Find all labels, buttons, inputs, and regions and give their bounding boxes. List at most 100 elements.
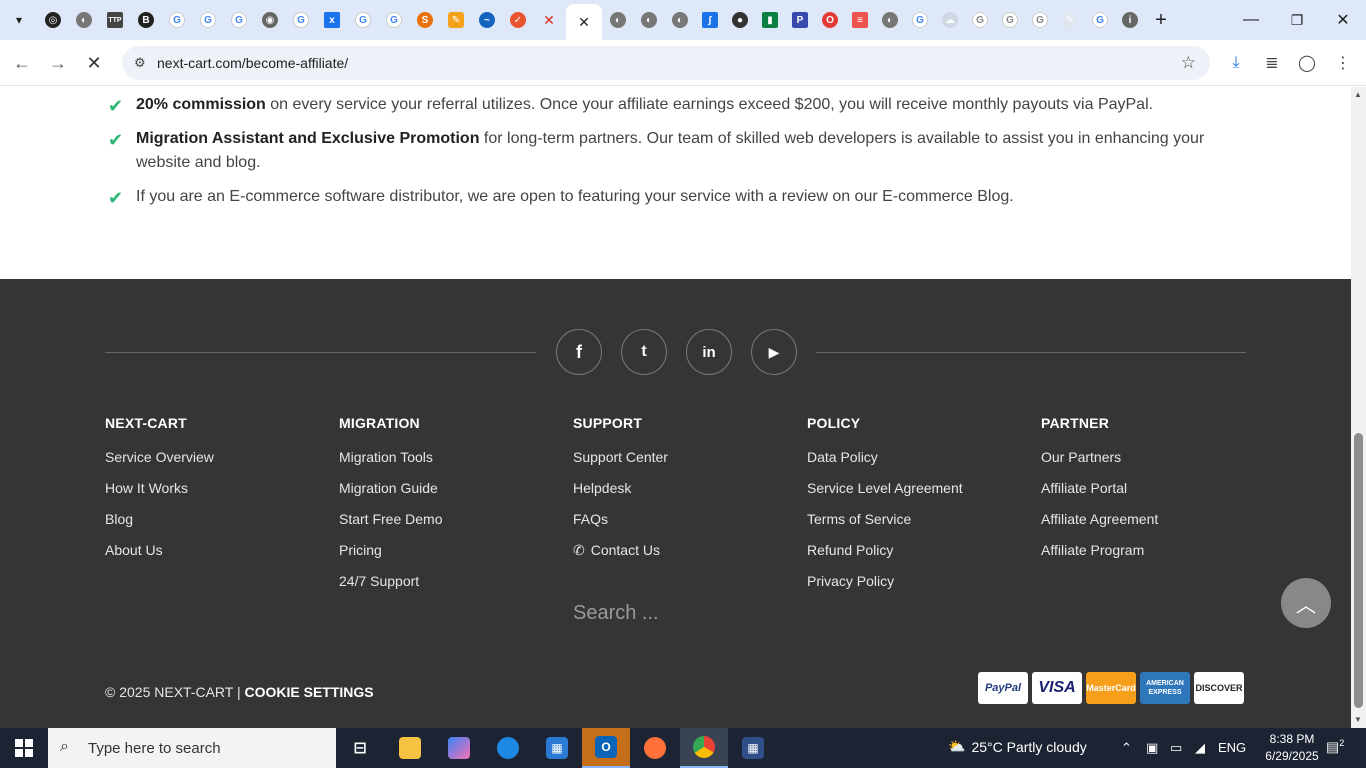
file-explorer-icon[interactable]	[386, 728, 434, 768]
tab-google-icon[interactable]: G	[382, 8, 406, 32]
media-control-icon[interactable]: ≣	[1261, 52, 1283, 74]
tab-favicon[interactable]: ◐	[878, 8, 902, 32]
edge-icon[interactable]	[484, 728, 532, 768]
tab-favicon[interactable]: ✎	[444, 8, 468, 32]
scroll-thumb[interactable]	[1354, 433, 1363, 708]
footer-link[interactable]: Support Center	[573, 449, 668, 466]
footer-link[interactable]: Migration Tools	[339, 449, 442, 466]
page-scrollbar[interactable]: ▲ ▼	[1351, 87, 1366, 728]
tab-favicon[interactable]: ◐	[637, 8, 661, 32]
tab-google-icon[interactable]: G	[908, 8, 932, 32]
footer-link[interactable]: Terms of Service	[807, 511, 963, 528]
footer-link[interactable]: Affiliate Program	[1041, 542, 1158, 559]
youtube-icon[interactable]: ▶	[751, 329, 797, 375]
linkedin-icon[interactable]: in	[686, 329, 732, 375]
url-text[interactable]: next-cart.com/become-affiliate/	[157, 55, 348, 71]
footer-link[interactable]: Pricing	[339, 542, 442, 559]
tab-favicon[interactable]: ☁	[938, 8, 962, 32]
tab-favicon[interactable]: ◐	[72, 8, 96, 32]
tab-favicon[interactable]: ✕	[537, 8, 561, 32]
tab-favicon[interactable]: TTP	[103, 8, 127, 32]
clock[interactable]: 8:38 PM 6/29/2025	[1262, 731, 1322, 765]
tab-favicon[interactable]: ~	[475, 8, 499, 32]
footer-link[interactable]: Affiliate Agreement	[1041, 511, 1158, 528]
tab-active[interactable]: ✕	[566, 4, 602, 40]
tab-google-icon[interactable]: G	[227, 8, 251, 32]
tab-favicon[interactable]: S	[413, 8, 437, 32]
site-info-icon[interactable]: ⚙	[134, 55, 150, 71]
tab-google-icon[interactable]: G	[196, 8, 220, 32]
tab-favicon[interactable]: x	[320, 8, 344, 32]
back-arrow-icon[interactable]: ←	[10, 51, 34, 75]
restore-button[interactable]: ❐	[1282, 8, 1312, 32]
tab-favicon[interactable]: O	[818, 8, 842, 32]
tab-google-icon[interactable]: G	[289, 8, 313, 32]
tab-google-icon[interactable]: G	[351, 8, 375, 32]
windows-start-button[interactable]	[0, 728, 48, 768]
tab-favicon[interactable]: ◉	[258, 8, 282, 32]
menu-kebab-icon[interactable]: ⋮	[1332, 52, 1354, 74]
calculator-icon[interactable]: ▦	[729, 728, 777, 768]
wifi-icon[interactable]: ◢	[1195, 740, 1205, 756]
taskbar-search[interactable]: ⌕ Type here to search	[48, 728, 336, 768]
tab-google-icon[interactable]: G	[1088, 8, 1112, 32]
twitter-icon[interactable]: t	[621, 329, 667, 375]
tab-favicon[interactable]: ◐	[606, 8, 630, 32]
tab-favicon[interactable]: B	[134, 8, 158, 32]
footer-link[interactable]: Migration Guide	[339, 480, 442, 497]
stop-loading-icon[interactable]: ✕	[82, 51, 106, 75]
cookie-settings-link[interactable]: COOKIE SETTINGS	[245, 684, 374, 700]
show-hidden-icons-icon[interactable]: ⌃	[1121, 740, 1132, 756]
tab-google-icon[interactable]: G	[165, 8, 189, 32]
footer-link[interactable]: Helpdesk	[573, 480, 668, 497]
tab-favicon[interactable]: P	[788, 8, 812, 32]
battery-icon[interactable]: ▭	[1170, 740, 1182, 756]
tab-google-icon[interactable]: G	[968, 8, 992, 32]
footer-link[interactable]: Refund Policy	[807, 542, 963, 559]
tab-favicon[interactable]: ≡	[848, 8, 872, 32]
download-icon[interactable]: ⤓	[1225, 52, 1247, 74]
tab-search-button[interactable]: ▾	[6, 7, 32, 33]
scroll-up-arrow-icon[interactable]: ▲	[1354, 90, 1362, 99]
tab-favicon[interactable]: ◐	[668, 8, 692, 32]
new-tab-button[interactable]: +	[1150, 9, 1172, 31]
language-indicator[interactable]: ENG	[1218, 740, 1246, 755]
tab-favicon[interactable]: i	[1118, 8, 1142, 32]
tab-favicon[interactable]: ∫	[698, 8, 722, 32]
notification-center-icon[interactable]: ▤2	[1326, 738, 1344, 756]
weather-widget[interactable]: ⛅ 25°C Partly cloudy	[948, 738, 1087, 755]
footer-link[interactable]: Data Policy	[807, 449, 963, 466]
tab-close-icon[interactable]: ✕	[578, 14, 590, 31]
tab-favicon[interactable]: ▮	[758, 8, 782, 32]
outlook-icon[interactable]: O	[582, 728, 630, 768]
footer-link[interactable]: Affiliate Portal	[1041, 480, 1158, 497]
footer-link[interactable]: FAQs	[573, 511, 668, 528]
contact-us-link[interactable]: ✆ Contact Us	[573, 542, 668, 559]
footer-link[interactable]: Start Free Demo	[339, 511, 442, 528]
tab-google-icon[interactable]: G	[1028, 8, 1052, 32]
tab-favicon[interactable]: ✎	[1058, 8, 1082, 32]
minimize-button[interactable]: —	[1236, 8, 1266, 32]
footer-link[interactable]: 24/7 Support	[339, 573, 442, 590]
footer-link[interactable]: Service Overview	[105, 449, 214, 466]
footer-search-input[interactable]: Search ...	[573, 602, 659, 625]
firefox-icon[interactable]	[631, 728, 679, 768]
close-window-button[interactable]: ✕	[1328, 8, 1358, 32]
tab-favicon[interactable]: ◎	[41, 8, 65, 32]
footer-link[interactable]: Service Level Agreement	[807, 480, 963, 497]
tab-google-icon[interactable]: G	[998, 8, 1022, 32]
footer-link[interactable]: Blog	[105, 511, 214, 528]
tab-favicon[interactable]: ✓	[506, 8, 530, 32]
footer-link[interactable]: About Us	[105, 542, 214, 559]
footer-link[interactable]: How It Works	[105, 480, 214, 497]
task-view-icon[interactable]: ⊟	[336, 728, 384, 768]
scroll-down-arrow-icon[interactable]: ▼	[1354, 715, 1362, 724]
footer-link[interactable]: Privacy Policy	[807, 573, 963, 590]
address-bar[interactable]: ⚙ next-cart.com/become-affiliate/ ☆	[122, 46, 1210, 80]
meet-now-icon[interactable]: ▣	[1146, 740, 1158, 756]
copilot-icon[interactable]	[435, 728, 483, 768]
facebook-icon[interactable]: f	[556, 329, 602, 375]
tab-favicon[interactable]: ●	[728, 8, 752, 32]
profile-icon[interactable]: ◯	[1296, 52, 1318, 74]
scroll-to-top-button[interactable]: ︿	[1281, 578, 1331, 628]
